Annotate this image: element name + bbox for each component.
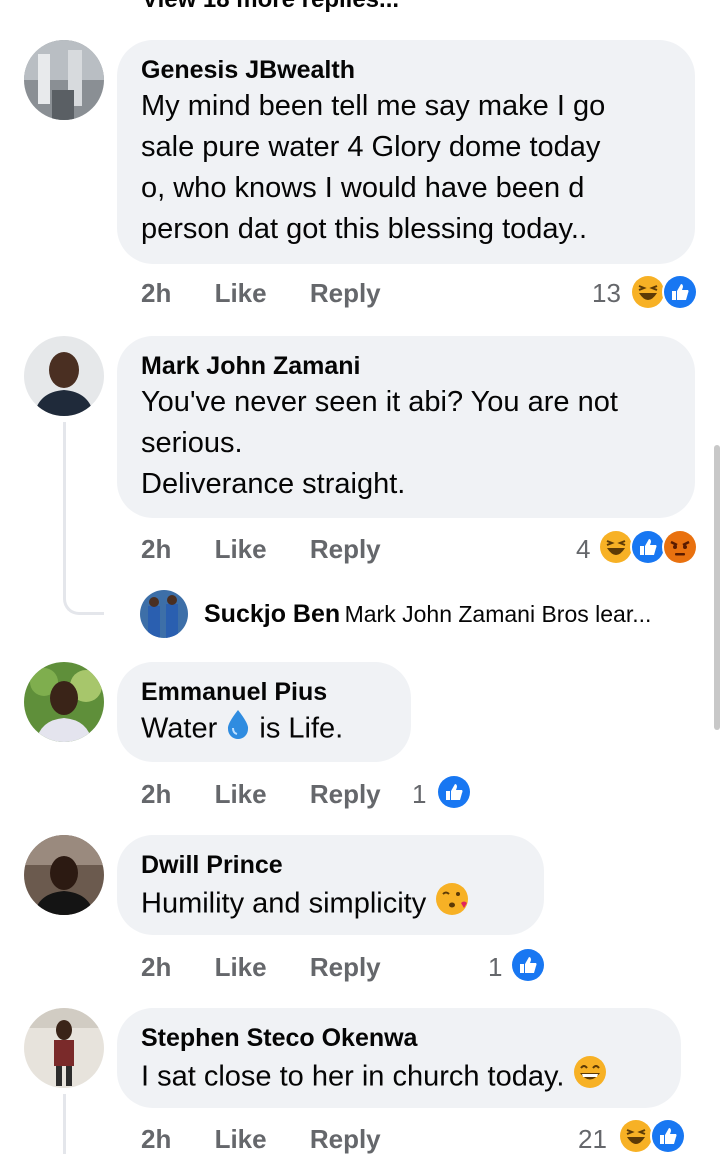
avatar-genesis[interactable] (24, 40, 104, 120)
comment-bubble: Dwill Prince Humility and simplicity (117, 835, 544, 935)
haha-icon (630, 274, 666, 310)
scrollbar[interactable] (714, 445, 720, 730)
like-icon (650, 1118, 686, 1154)
avatar-stephen[interactable] (24, 1008, 104, 1088)
reaction-count[interactable]: 4 (576, 534, 590, 565)
collapsed-reply[interactable]: Suckjo Ben Mark John Zamani Bros lear... (204, 600, 651, 629)
comment-time[interactable]: 2h (141, 534, 171, 565)
comment-text: Humility and simplicity (141, 881, 520, 929)
comment-text: Water is Life. (141, 708, 387, 752)
avatar-emmanuel[interactable] (24, 662, 104, 742)
like-icon (662, 274, 698, 310)
reply-author-name[interactable]: Suckjo Ben (204, 600, 340, 628)
water-drop-icon (225, 708, 251, 752)
comment-time[interactable]: 2h (141, 779, 171, 810)
avatar-dwill[interactable] (24, 835, 104, 915)
reaction-count[interactable]: 13 (592, 278, 621, 309)
like-icon (510, 947, 546, 983)
like-button[interactable]: Like (215, 278, 267, 309)
like-button[interactable]: Like (215, 1124, 267, 1155)
comment-bubble: Mark John Zamani You've never seen it ab… (117, 336, 695, 518)
reaction-count[interactable]: 1 (412, 779, 426, 810)
kissing-face-icon (434, 881, 470, 929)
comment-actions: 2h Like Reply (141, 779, 381, 810)
angry-icon (662, 529, 698, 565)
comment-actions: 2h Like Reply (141, 1124, 381, 1155)
commenter-name[interactable]: Emmanuel Pius (141, 676, 387, 708)
comment-time[interactable]: 2h (141, 278, 171, 309)
reply-button[interactable]: Reply (310, 534, 381, 565)
grinning-face-icon (572, 1054, 608, 1102)
comment-actions: 2h Like Reply (141, 278, 381, 309)
comment-text: I sat close to her in church today. (141, 1054, 657, 1102)
reply-button[interactable]: Reply (310, 1124, 381, 1155)
comment-bubble: Stephen Steco Okenwa I sat close to her … (117, 1008, 681, 1108)
comment-actions: 2h Like Reply (141, 952, 381, 983)
avatar-suckjo[interactable] (140, 590, 188, 638)
like-button[interactable]: Like (215, 534, 267, 565)
like-button[interactable]: Like (215, 779, 267, 810)
reply-thread-line (63, 422, 104, 615)
haha-icon (618, 1118, 654, 1154)
like-icon (630, 529, 666, 565)
view-more-replies-link[interactable]: View 18 more replies... (142, 0, 399, 14)
reaction-count[interactable]: 1 (488, 952, 502, 983)
reply-preview-text: Mark John Zamani Bros lear... (344, 601, 652, 627)
commenter-name[interactable]: Stephen Steco Okenwa (141, 1022, 657, 1054)
comment-time[interactable]: 2h (141, 952, 171, 983)
comment-text: You've never seen it abi? You are not se… (141, 386, 618, 500)
comment-text: My mind been tell me say make I go sale … (141, 90, 606, 245)
reply-button[interactable]: Reply (310, 952, 381, 983)
like-button[interactable]: Like (215, 952, 267, 983)
haha-icon (598, 529, 634, 565)
comment-bubble: Emmanuel Pius Water is Life. (117, 662, 411, 762)
commenter-name[interactable]: Dwill Prince (141, 849, 520, 881)
reaction-count[interactable]: 21 (578, 1124, 607, 1155)
like-icon (436, 774, 472, 810)
avatar-mark[interactable] (24, 336, 104, 416)
commenter-name[interactable]: Genesis JBwealth (141, 54, 671, 86)
reply-button[interactable]: Reply (310, 779, 381, 810)
reply-thread-line (63, 1094, 69, 1154)
comment-actions: 2h Like Reply (141, 534, 381, 565)
comment-bubble: Genesis JBwealth My mind been tell me sa… (117, 40, 695, 264)
commenter-name[interactable]: Mark John Zamani (141, 350, 671, 382)
reply-button[interactable]: Reply (310, 278, 381, 309)
comment-time[interactable]: 2h (141, 1124, 171, 1155)
